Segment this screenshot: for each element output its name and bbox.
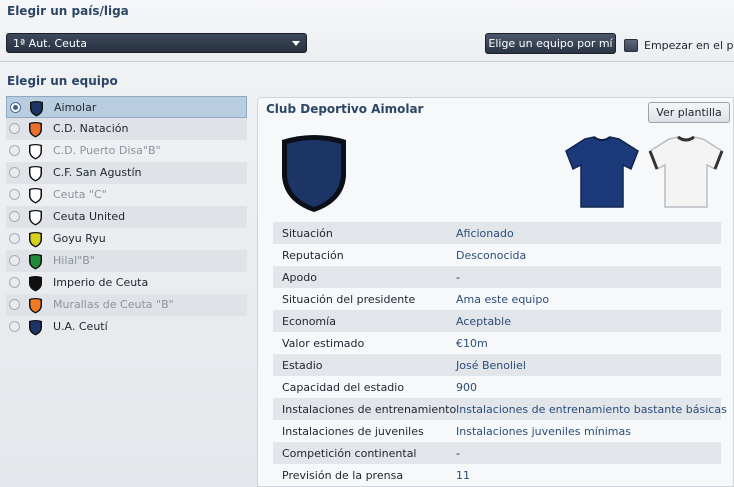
team-row[interactable]: Hilal"B" — [6, 250, 247, 272]
club-info-table: Situación Aficionado Reputación Desconocida… — [273, 222, 727, 486]
team-name: Murallas de Ceuta "B" — [53, 298, 174, 311]
info-label: Situación — [282, 226, 333, 240]
info-label: Economía — [282, 314, 336, 328]
club-details-panel: Club Deportivo Aimolar Ver plantilla Sit… — [257, 97, 734, 487]
team-name: C.F. San Agustín — [53, 166, 142, 179]
team-radio-button[interactable] — [10, 102, 21, 113]
team-crest-icon — [29, 232, 42, 248]
team-radio-button[interactable] — [9, 167, 20, 178]
country-league-panel: Elegir un país/liga 1ª Aut. Ceuta Elige … — [0, 0, 734, 62]
info-label: Apodo — [282, 270, 317, 284]
league-dropdown-value: 1ª Aut. Ceuta — [13, 37, 87, 50]
team-row[interactable]: Goyu Ryu — [6, 228, 247, 250]
team-crest-icon — [29, 254, 42, 270]
info-row: Situación Aficionado — [273, 222, 721, 244]
team-row[interactable]: C.D. Puerto Disa"B" — [6, 140, 247, 162]
team-crest-icon — [29, 144, 42, 160]
team-row[interactable]: Imperio de Ceuta — [6, 272, 247, 294]
team-row[interactable]: Aimolar — [6, 96, 247, 118]
team-crest-icon — [29, 298, 42, 314]
team-radio-button[interactable] — [9, 255, 20, 266]
info-label: Reputación — [282, 248, 344, 262]
team-row[interactable]: C.F. San Agustín — [6, 162, 247, 184]
team-row[interactable]: Ceuta "C" — [6, 184, 247, 206]
info-value[interactable]: Desconocida — [456, 249, 526, 262]
info-label: Estadio — [282, 358, 323, 372]
info-label: Previsión de la prensa — [282, 468, 404, 482]
chevron-down-icon — [292, 41, 300, 46]
team-row[interactable]: U.A. Ceutí — [6, 316, 247, 338]
info-row: Reputación Desconocida — [273, 244, 721, 266]
away-kit-icon — [648, 135, 724, 208]
info-value: - — [456, 270, 460, 284]
info-value[interactable]: 900 — [456, 381, 477, 394]
info-value[interactable]: Instalaciones de entrenamiento bastante … — [456, 403, 727, 416]
info-label: Competición continental — [282, 446, 417, 460]
team-radio-button[interactable] — [9, 211, 20, 222]
team-name: Goyu Ryu — [53, 232, 106, 245]
team-crest-icon — [29, 166, 42, 182]
team-section-title: Elegir un equipo — [7, 74, 118, 88]
info-value[interactable]: Aficionado — [456, 227, 514, 240]
info-value[interactable]: Ama este equipo — [456, 293, 549, 306]
info-value: - — [456, 446, 460, 460]
team-crest-icon — [29, 210, 42, 226]
team-name: Ceuta United — [53, 210, 126, 223]
info-label: Instalaciones de juveniles — [282, 424, 424, 438]
home-kit-icon — [565, 136, 639, 208]
country-section-title: Elegir un país/liga — [7, 4, 129, 18]
team-row[interactable]: Murallas de Ceuta "B" — [6, 294, 247, 316]
team-name: Ceuta "C" — [53, 188, 107, 201]
team-radio-button[interactable] — [9, 123, 20, 134]
info-row: Instalaciones de juveniles Instalaciones … — [273, 420, 721, 442]
info-row: Situación del presidente Ama este equipo — [273, 288, 721, 310]
team-radio-button[interactable] — [9, 277, 20, 288]
team-crest-icon — [30, 101, 43, 117]
choose-team-for-me-button[interactable]: Elige un equipo por mí — [485, 33, 616, 54]
info-row: Previsión de la prensa 11 — [273, 464, 721, 486]
start-unemployed-checkbox[interactable] — [624, 39, 638, 52]
team-radio-button[interactable] — [9, 233, 20, 244]
team-crest-icon — [29, 320, 42, 336]
info-label: Valor estimado — [282, 336, 365, 350]
info-value[interactable]: 11 — [456, 469, 470, 482]
team-name: Aimolar — [54, 101, 97, 114]
club-crest-icon — [282, 135, 346, 212]
team-name: U.A. Ceutí — [53, 320, 108, 333]
team-name: Hilal"B" — [53, 254, 95, 267]
info-row: Capacidad del estadio 900 — [273, 376, 721, 398]
info-row: Estadio José Benoliel — [273, 354, 721, 376]
info-value[interactable]: €10m — [456, 337, 488, 350]
team-name: C.D. Puerto Disa"B" — [53, 144, 161, 157]
team-row[interactable]: Ceuta United — [6, 206, 247, 228]
team-radio-button[interactable] — [9, 145, 20, 156]
info-row: Valor estimado €10m — [273, 332, 721, 354]
start-unemployed-label: Empezar en el paro — [644, 39, 734, 52]
info-row: Economía Aceptable — [273, 310, 721, 332]
info-value[interactable]: José Benoliel — [456, 359, 526, 372]
info-label: Capacidad del estadio — [282, 380, 405, 394]
team-radio-button[interactable] — [9, 321, 20, 332]
team-crest-icon — [29, 188, 42, 204]
team-radio-button[interactable] — [9, 299, 20, 310]
team-name: Imperio de Ceuta — [53, 276, 149, 289]
info-value[interactable]: Instalaciones juveniles mínimas — [456, 425, 631, 438]
club-title: Club Deportivo Aimolar — [266, 102, 424, 116]
league-dropdown[interactable]: 1ª Aut. Ceuta — [6, 33, 307, 53]
info-row: Competición continental - — [273, 442, 721, 464]
team-row[interactable]: C.D. Natación — [6, 118, 247, 140]
info-row: Apodo - — [273, 266, 721, 288]
team-list: Aimolar C.D. Natación C.D. Puerto Disa"B" C… — [6, 96, 247, 338]
info-label: Situación del presidente — [282, 292, 416, 306]
info-row: Instalaciones de entrenamiento Instalacio… — [273, 398, 727, 420]
team-radio-button[interactable] — [9, 189, 20, 200]
info-label: Instalaciones de entrenamiento — [282, 402, 457, 416]
view-squad-button[interactable]: Ver plantilla — [648, 102, 730, 123]
info-value[interactable]: Aceptable — [456, 315, 511, 328]
team-name: C.D. Natación — [53, 122, 129, 135]
team-crest-icon — [29, 276, 42, 292]
team-crest-icon — [29, 122, 42, 138]
